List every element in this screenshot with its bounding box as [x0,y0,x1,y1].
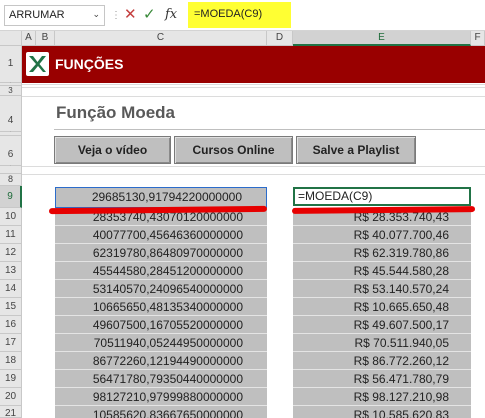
chevron-down-icon[interactable]: ⌄ [92,9,100,20]
row-header-9[interactable]: 9 [0,186,22,208]
cell-e17[interactable]: R$ 70.511.940,05 [293,334,471,352]
row-header-19[interactable]: 19 [0,370,22,388]
insert-function-icon[interactable]: fx [165,6,177,24]
cell-e15[interactable]: R$ 10.665.650,48 [293,298,471,316]
cell-c13[interactable]: 45544580,28451200000000 [55,262,267,280]
section-title: Função Moeda [56,103,176,122]
watch-video-button[interactable]: Veja o vídeo [54,136,171,164]
cell-c14[interactable]: 53140570,24096540000000 [55,280,267,298]
cell-e11[interactable]: R$ 40.077.700,46 [293,226,471,244]
excel-logo-icon [26,52,49,76]
cell-c9[interactable]: 29685130,91794220000000 [55,187,267,208]
column-header-f[interactable]: F [471,31,485,46]
cell-e16[interactable]: R$ 49.607.500,17 [293,316,471,334]
row-header-15[interactable]: 15 [0,298,22,316]
cell-c19[interactable]: 56471780,79350440000000 [55,370,267,388]
cell-c18[interactable]: 86772260,12194490000000 [55,352,267,370]
cell-e13[interactable]: R$ 45.544.580,28 [293,262,471,280]
divider [22,174,485,175]
cell-e14[interactable]: R$ 53.140.570,24 [293,280,471,298]
row-header-3[interactable]: 3 [0,86,22,96]
save-playlist-button[interactable]: Salve a Playlist [296,136,416,164]
row-header-7[interactable]: 7 [0,166,22,174]
cell-c15[interactable]: 10665650,48135340000000 [55,298,267,316]
row-header-18[interactable]: 18 [0,352,22,370]
row-header-13[interactable]: 13 [0,262,22,280]
column-header-d[interactable]: D [267,31,293,46]
cell-e20[interactable]: R$ 98.127.210,98 [293,388,471,406]
cell-c17[interactable]: 70511940,05244950000000 [55,334,267,352]
row-header-10[interactable]: 10 [0,208,22,226]
name-box-value: ARRUMAR [9,9,65,21]
cell-c20[interactable]: 98127210,97999880000000 [55,388,267,406]
row-header-1[interactable]: 1 [0,46,22,83]
online-courses-button[interactable]: Cursos Online [174,136,293,164]
row-header-20[interactable]: 20 [0,388,22,406]
row-header-11[interactable]: 11 [0,226,22,244]
divider [22,166,485,167]
cell-e18[interactable]: R$ 86.772.260,12 [293,352,471,370]
column-header-e[interactable]: E [293,31,471,46]
row-header-6[interactable]: 6 [0,136,22,166]
column-header-a[interactable]: A [22,31,36,46]
row-header-16[interactable]: 16 [0,316,22,334]
cell-c21[interactable]: 10585620,83667650000000 [55,406,267,418]
banner-title: FUNÇÕES [55,56,124,72]
cell-e19[interactable]: R$ 56.471.780,79 [293,370,471,388]
divider [22,87,485,88]
cell-e12[interactable]: R$ 62.319.780,86 [293,244,471,262]
column-header-b[interactable]: B [36,31,55,46]
cell-c11[interactable]: 40077700,45646360000000 [55,226,267,244]
row-header-8[interactable]: 8 [0,174,22,186]
cell-e9-editing[interactable]: =MOEDA(C9) [293,187,471,206]
column-header-c[interactable]: C [55,31,267,46]
worksheet-grid: FUNÇÕES Função Moeda Veja o vídeo Cursos… [22,46,485,418]
row-header-14[interactable]: 14 [0,280,22,298]
formula-bar: ARRUMAR ⌄ ⋮ ✕ ✓ fx =MOEDA(C9) [0,0,485,31]
row-header-12[interactable]: 12 [0,244,22,262]
divider [22,96,485,97]
drag-handle-icon[interactable]: ⋮ [111,9,121,23]
select-all-corner[interactable] [0,31,22,46]
name-box[interactable]: ARRUMAR ⌄ [4,5,105,26]
row-header-4[interactable]: 4 [0,96,22,132]
enter-icon[interactable]: ✓ [143,5,156,25]
cancel-icon[interactable]: ✕ [124,5,137,25]
divider [22,84,485,85]
section-underline [54,129,485,130]
formula-input[interactable]: =MOEDA(C9) [188,2,291,28]
cell-c16[interactable]: 49607500,16705520000000 [55,316,267,334]
cell-e21[interactable]: R$ 10.585.620,83 [293,406,471,418]
row-header-21[interactable]: 21 [0,406,22,418]
cell-c12[interactable]: 62319780,86480970000000 [55,244,267,262]
title-banner: FUNÇÕES [22,46,485,83]
formula-text: =MOEDA(C9) [194,8,263,20]
row-header-17[interactable]: 17 [0,334,22,352]
